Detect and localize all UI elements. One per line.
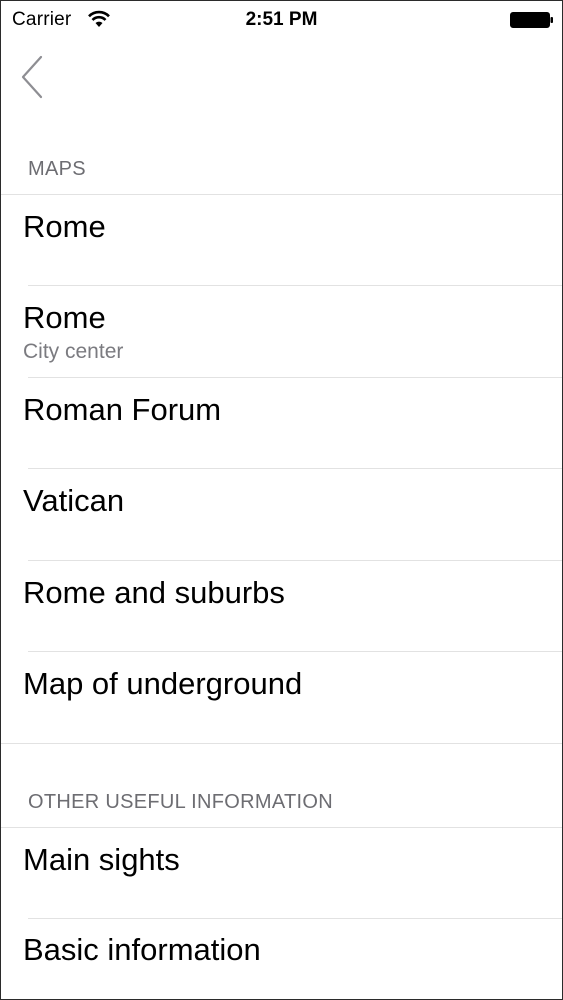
list-item-roman-forum[interactable]: Roman Forum <box>1 378 562 468</box>
list-item-title: Rome <box>23 209 106 244</box>
list-item-subtitle: City center <box>23 340 124 363</box>
status-bar: Carrier 2:51 PM <box>1 1 562 39</box>
navigation-bar <box>1 39 562 119</box>
list-item-title: Rome and suburbs <box>23 575 285 610</box>
list-item-vatican[interactable]: Vatican <box>1 469 562 559</box>
list-item-title: Vatican <box>23 483 125 518</box>
section-header-maps: MAPS <box>28 158 86 180</box>
list-item-main-sights[interactable]: Main sights <box>1 828 562 918</box>
list-item-title: Map of underground <box>23 666 303 701</box>
status-time: 2:51 PM <box>245 9 318 30</box>
battery-icon <box>510 12 553 28</box>
list-item-rome-city-center[interactable]: Rome City center <box>1 286 562 376</box>
list-item-title: Basic information <box>23 932 261 967</box>
list-item-rome[interactable]: Rome <box>1 195 562 285</box>
list-item-title: Roman Forum <box>23 392 222 427</box>
chevron-left-icon[interactable] <box>17 53 49 101</box>
list-item-rome-and-suburbs[interactable]: Rome and suburbs <box>1 561 562 651</box>
list-item-title: Rome <box>23 300 106 335</box>
divider <box>1 743 562 744</box>
list-item-title: Main sights <box>23 842 180 877</box>
section-header-other-useful-information: OTHER USEFUL INFORMATION <box>28 791 333 813</box>
list-item-basic-information[interactable]: Basic information <box>1 919 562 999</box>
list-item-map-of-underground[interactable]: Map of underground <box>1 652 562 742</box>
